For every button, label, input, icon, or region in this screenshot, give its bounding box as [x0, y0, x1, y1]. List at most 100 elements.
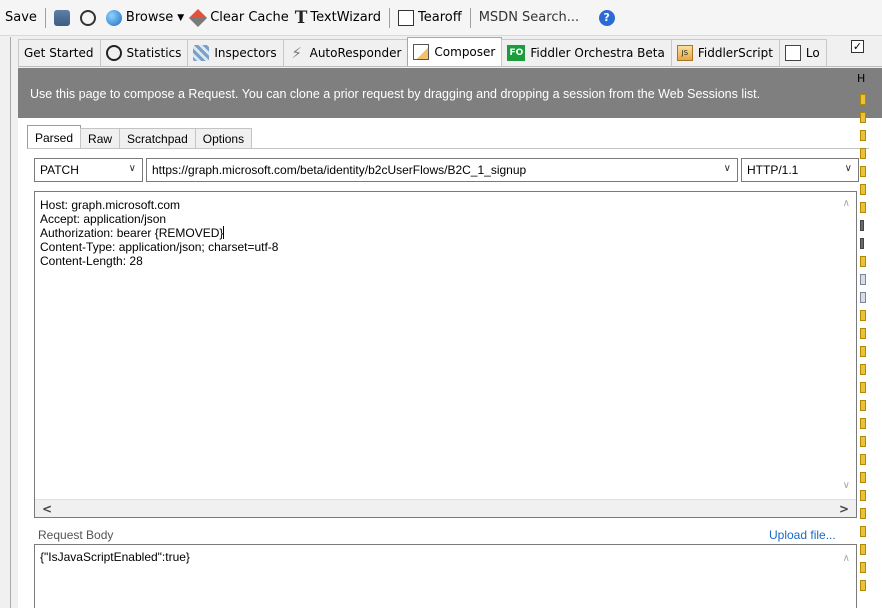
session-icon [860, 202, 866, 213]
dropdown-arrow-icon[interactable]: ▼ [177, 13, 184, 23]
header-line: Content-Length: 28 [40, 254, 143, 268]
scroll-up-icon[interactable]: ∧ [843, 553, 850, 564]
tab-label: Fiddler Orchestra Beta [530, 46, 665, 60]
scroll-right-icon[interactable]: > [839, 502, 849, 516]
tab-fiddler-orchestra[interactable]: FO Fiddler Orchestra Beta [501, 39, 672, 66]
scroll-left-icon[interactable]: < [42, 502, 52, 516]
session-icon [860, 382, 866, 393]
clock-icon [79, 9, 96, 26]
session-icon [860, 310, 866, 321]
history-label: H [857, 72, 866, 85]
scroll-down-icon[interactable]: ∨ [843, 480, 850, 491]
help-button[interactable]: ? [596, 5, 622, 31]
session-icon [860, 436, 866, 447]
session-icon [860, 256, 866, 267]
session-icon [860, 400, 866, 411]
session-icon [860, 580, 866, 591]
session-icon [860, 418, 866, 429]
session-icon [860, 112, 866, 123]
textwizard-button[interactable]: T TextWizard [292, 5, 384, 31]
session-icon [860, 94, 866, 105]
main-tab-strip: Get Started Statistics Inspectors ⚡ Auto… [18, 37, 882, 67]
tab-composer[interactable]: Composer [407, 37, 503, 66]
tab-autoresponder[interactable]: ⚡ AutoResponder [282, 39, 409, 66]
options-checkbox[interactable]: ✓ [851, 40, 864, 53]
session-icon [860, 526, 866, 537]
toolbar: Save Browse ▼ Clear Cache T TextWizard T… [0, 0, 882, 36]
tearoff-label: Tearoff [418, 10, 462, 25]
session-icon [860, 130, 866, 141]
tab-label: AutoResponder [309, 46, 402, 60]
screenshot-button[interactable] [51, 5, 77, 31]
clear-cache-icon [189, 8, 208, 27]
session-icon [860, 346, 866, 357]
tab-scratchpad[interactable]: Scratchpad [119, 128, 196, 149]
http-version-select[interactable]: HTTP/1.1 ∨ [741, 158, 859, 182]
browse-label: Browse [125, 10, 174, 25]
session-icon [860, 220, 864, 231]
tab-label: Get Started [24, 46, 94, 60]
tearoff-button[interactable]: Tearoff [395, 5, 465, 31]
session-list-edge [0, 37, 11, 608]
session-icon [860, 454, 866, 465]
tab-fiddlerscript[interactable]: JS FiddlerScript [670, 39, 780, 66]
tab-inspectors[interactable]: Inspectors [187, 39, 284, 66]
header-text: Authorization: bearer {REMOVED} [40, 226, 224, 240]
protocol-value: HTTP/1.1 [747, 163, 799, 177]
composer-subtabs: Parsed Raw Scratchpad Options [27, 125, 253, 149]
composer-info-bar: Use this page to compose a Request. You … [18, 68, 882, 118]
chevron-down-icon: ∨ [844, 163, 852, 174]
horizontal-scrollbar[interactable]: < > [35, 499, 856, 517]
session-icon [860, 184, 866, 195]
method-value: PATCH [40, 163, 79, 177]
tearoff-window-icon [398, 9, 415, 26]
subtab-divider [27, 148, 869, 149]
clear-cache-button[interactable]: Clear Cache [187, 5, 292, 31]
session-icon [860, 274, 866, 285]
camera-icon [53, 9, 70, 26]
ie-globe-icon [105, 9, 122, 26]
http-method-select[interactable]: PATCH ∨ [34, 158, 143, 182]
textwizard-label: TextWizard [310, 10, 382, 25]
save-button[interactable]: Save [2, 5, 40, 31]
tab-parsed[interactable]: Parsed [27, 125, 82, 149]
request-headers-textarea[interactable]: Host: graph.microsoft.com Accept: applic… [34, 191, 857, 518]
tab-statistics[interactable]: Statistics [99, 39, 189, 66]
script-icon: JS [676, 45, 693, 61]
session-icon [860, 148, 866, 159]
stopwatch-icon [105, 45, 122, 61]
tab-options[interactable]: Options [194, 128, 253, 149]
composer-panel: Parsed Raw Scratchpad Options PATCH ∨ ht… [18, 118, 882, 608]
session-icon [860, 490, 866, 501]
browse-button[interactable]: Browse ▼ [103, 5, 187, 31]
session-icon [860, 562, 866, 573]
tab-label: Statistics [126, 46, 182, 60]
tab-log[interactable]: Lo [778, 39, 827, 66]
upload-file-link[interactable]: Upload file... [769, 528, 836, 542]
request-body-textarea[interactable]: {"IsJavaScriptEnabled":true} ∧ [34, 544, 857, 608]
session-icon [860, 292, 866, 303]
lightning-icon: ⚡ [291, 44, 302, 62]
tab-raw[interactable]: Raw [80, 128, 121, 149]
session-icon [860, 472, 866, 483]
session-icon [860, 508, 866, 519]
chevron-down-icon: ∨ [128, 163, 136, 174]
session-icon [860, 238, 864, 249]
scroll-up-icon[interactable]: ∧ [843, 198, 850, 209]
timer-button[interactable] [77, 5, 103, 31]
text-caret [223, 226, 225, 239]
tab-get-started[interactable]: Get Started [18, 39, 101, 66]
info-text: Use this page to compose a Request. You … [30, 87, 761, 101]
session-icon [860, 364, 866, 375]
msdn-search-input[interactable]: MSDN Search... [476, 5, 596, 31]
chevron-down-icon: ∨ [723, 163, 731, 174]
url-input[interactable]: https://graph.microsoft.com/beta/identit… [146, 158, 738, 182]
help-icon: ? [598, 9, 615, 26]
composer-edit-icon [413, 44, 430, 60]
url-value: https://graph.microsoft.com/beta/identit… [152, 163, 527, 177]
toolbar-separator [44, 7, 46, 28]
header-line: Host: graph.microsoft.com [40, 198, 181, 212]
request-body-label: Request Body [38, 528, 114, 542]
header-line: Content-Type: application/json; charset=… [40, 240, 279, 254]
tab-label: Composer [434, 45, 496, 59]
